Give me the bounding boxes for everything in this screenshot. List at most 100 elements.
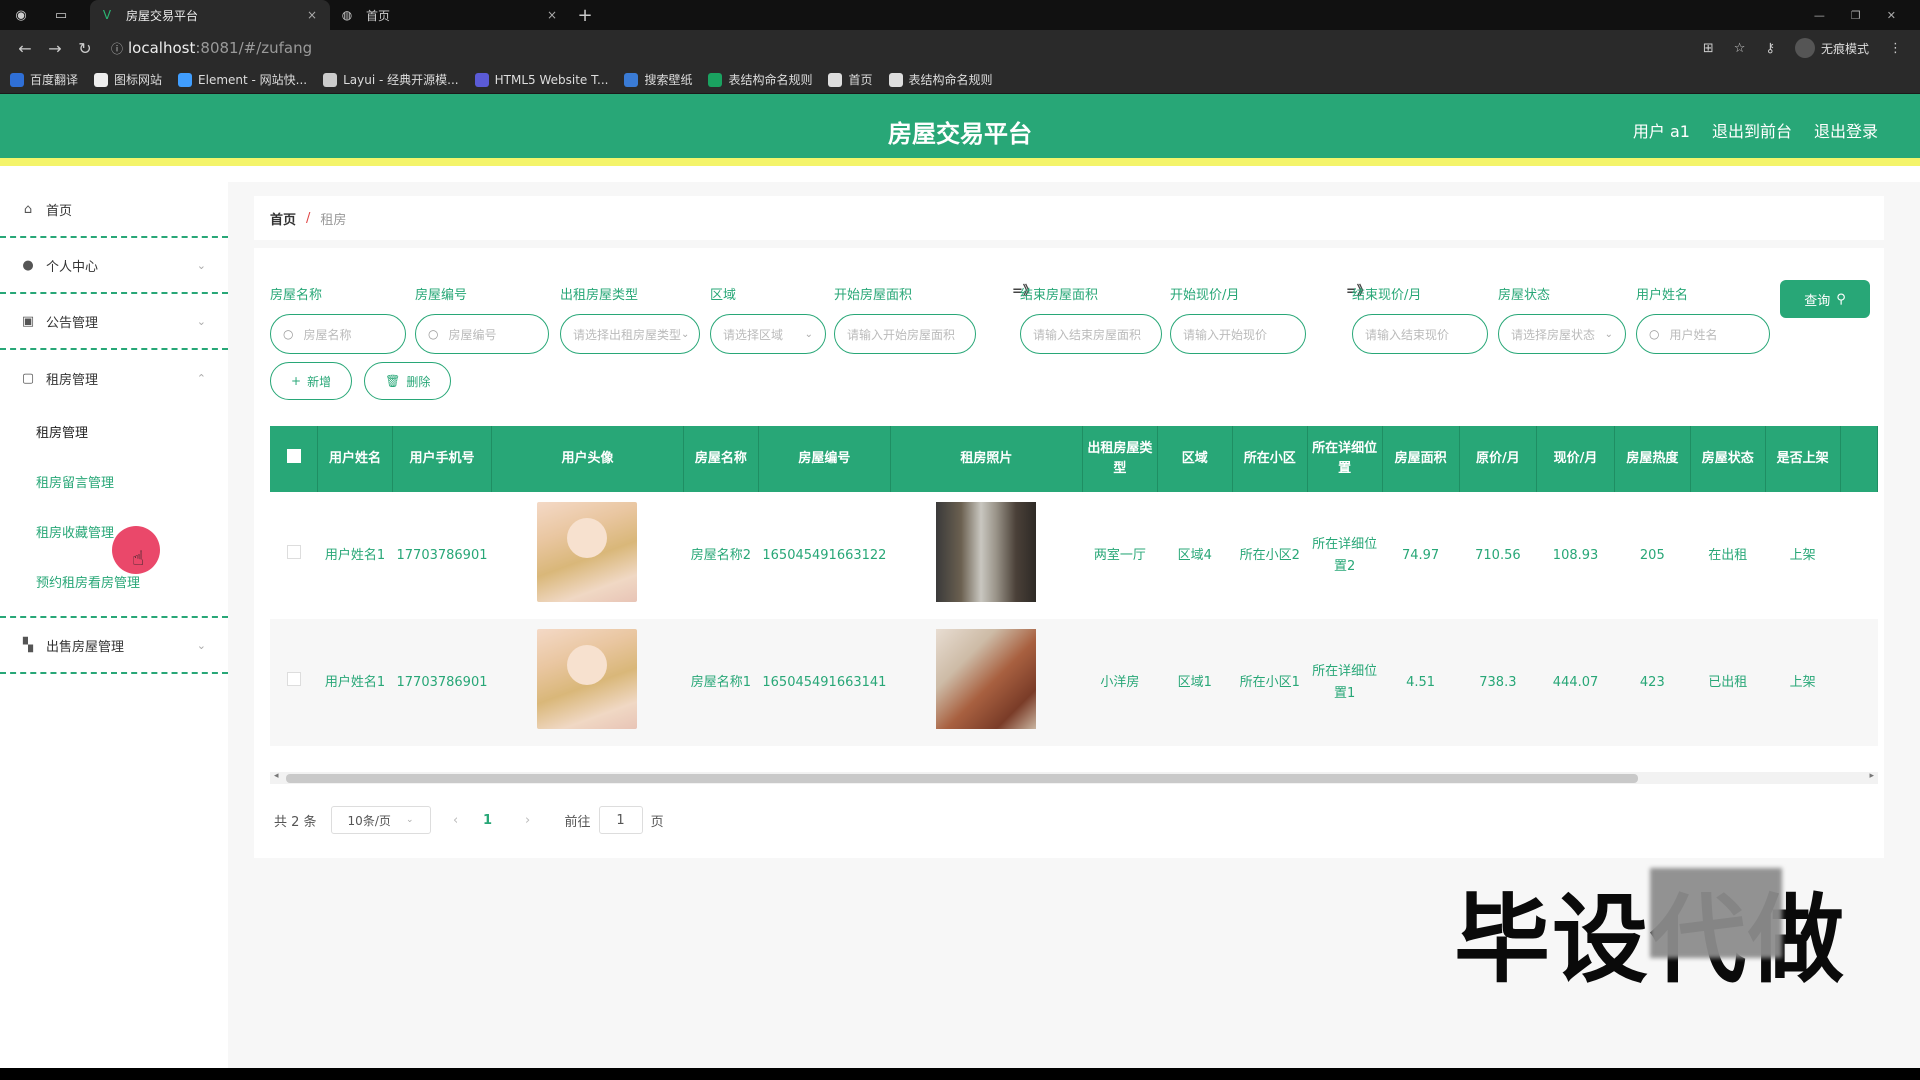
cell-username: 用户姓名1 xyxy=(317,492,393,619)
page-size-value: 10条/页 xyxy=(347,813,391,828)
restore-icon[interactable]: ❐ xyxy=(1851,9,1861,22)
incognito-badge[interactable]: 无痕模式 xyxy=(1794,38,1869,58)
browser-menu-icon[interactable]: ◉ xyxy=(10,6,32,24)
search-button[interactable]: 查询 ⚲ xyxy=(1780,280,1870,318)
label-rent-type: 出租房屋类型 xyxy=(560,288,639,303)
house-photo[interactable] xyxy=(936,501,1037,602)
row-checkbox[interactable] xyxy=(286,671,301,686)
trash-icon: 🗑 xyxy=(385,374,401,388)
bookmark-item[interactable]: 表结构命名规则 xyxy=(888,71,993,88)
plus-icon: + xyxy=(291,374,302,388)
tab-active[interactable]: V 房屋交易平台 × xyxy=(90,0,330,30)
delete-button-label: 删除 xyxy=(406,374,431,389)
bookmark-label: Layui - 经典开源模... xyxy=(343,73,459,87)
tab-search-icon[interactable]: ▭ xyxy=(50,6,72,24)
back-icon[interactable]: ← xyxy=(10,39,40,58)
sidebar-subitem-rent-appointment[interactable]: 预约租房看房管理 xyxy=(0,556,228,606)
select-all-checkbox[interactable] xyxy=(286,448,301,463)
bookmark-item[interactable]: Element - 网站快... xyxy=(178,71,307,88)
logout-link[interactable]: 退出登录 xyxy=(1814,118,1878,142)
house-photo[interactable] xyxy=(936,628,1037,729)
column-header: 用户头像 xyxy=(491,426,684,492)
row-checkbox[interactable] xyxy=(286,544,301,559)
delete-button[interactable]: 🗑 删除 xyxy=(364,362,452,400)
page-size-select[interactable]: 10条/页 ⌄ xyxy=(330,806,431,834)
cell-type: 小洋房 xyxy=(1082,619,1158,746)
url-field[interactable]: ⓘ localhost:8081/#/zufang xyxy=(106,39,1703,57)
sidebar-item-notice[interactable]: ▣ 公告管理 ⌄ xyxy=(0,294,228,350)
cell-orig-price: 738.3 xyxy=(1459,619,1537,746)
bookmark-item[interactable]: 搜索壁纸 xyxy=(624,71,692,88)
sidebar-item-personal[interactable]: ● 个人中心 ⌄ xyxy=(0,238,228,294)
cell-status: 已出租 xyxy=(1690,619,1766,746)
window-close-icon[interactable]: ✕ xyxy=(1887,9,1896,22)
avatar[interactable] xyxy=(537,501,638,602)
search-icon: ○ xyxy=(428,327,439,341)
avatar[interactable] xyxy=(537,628,638,729)
page-number[interactable]: 1 xyxy=(473,813,503,828)
bookmark-favicon-icon xyxy=(10,72,24,87)
column-header-overflow xyxy=(1840,426,1878,492)
close-icon[interactable]: × xyxy=(304,8,320,22)
add-button[interactable]: + 新增 xyxy=(270,362,353,400)
more-menu-icon[interactable]: ⋮ xyxy=(1889,41,1902,56)
star-icon[interactable]: ☆ xyxy=(1734,41,1746,56)
bookmark-favicon-icon xyxy=(828,72,843,87)
bookmark-item[interactable]: 图标网站 xyxy=(94,71,162,88)
info-icon[interactable]: ⓘ xyxy=(106,40,128,56)
start-price-input[interactable]: 请输入开始现价 xyxy=(1170,314,1306,354)
sidebar-subitem-rent[interactable]: 租房管理 xyxy=(0,406,228,456)
placeholder: 请选择出租房屋类型 xyxy=(573,327,682,342)
key-icon[interactable]: ⚷ xyxy=(1765,41,1775,56)
scroll-right-icon[interactable]: ▸ xyxy=(1869,771,1874,781)
close-icon[interactable]: × xyxy=(544,8,560,22)
bookmark-item[interactable]: HTML5 Website T... xyxy=(474,72,608,87)
username-input[interactable]: ○ 用户姓名 xyxy=(1636,314,1770,354)
user-name: 用户 a1 xyxy=(1632,122,1690,141)
goto-page-input[interactable]: 1 xyxy=(598,806,643,834)
breadcrumb-home[interactable]: 首页 xyxy=(270,209,296,228)
label-area: 区域 xyxy=(710,288,737,303)
cell-price: 108.93 xyxy=(1536,492,1615,619)
start-size-input[interactable]: 请输入开始房屋面积 xyxy=(834,314,976,354)
scrollbar-thumb[interactable] xyxy=(286,774,1638,783)
bookmark-item[interactable]: 百度翻译 xyxy=(10,71,78,88)
sidebar-item-home[interactable]: ⌂ 首页 xyxy=(0,182,228,238)
rent-type-select[interactable]: 请选择出租房屋类型 ⌄ xyxy=(560,314,700,354)
forward-icon[interactable]: → xyxy=(40,39,70,58)
column-header: 现价/月 xyxy=(1536,426,1615,492)
sidebar-item-rent[interactable]: ▢ 租房管理 ⌃ xyxy=(0,350,228,406)
horizontal-scrollbar[interactable]: ◂ ▸ xyxy=(270,771,1878,784)
house-name-input[interactable]: ○ 房屋名称 xyxy=(270,314,406,354)
bookmark-item[interactable]: 首页 xyxy=(828,71,873,88)
cell-hot: 423 xyxy=(1614,619,1691,746)
placeholder: 用户姓名 xyxy=(1669,327,1718,342)
status-select[interactable]: 请选择房屋状态 ⌄ xyxy=(1498,314,1626,354)
incognito-icon xyxy=(1794,38,1815,58)
table-row[interactable]: 用户姓名1 17703786901 房屋名称2 165045491663122 两室一厅… xyxy=(270,492,1878,619)
tab-inactive[interactable]: ◍ 首页 × xyxy=(330,0,570,30)
app-header: 房屋交易平台 用户 a1 退出到前台 退出登录 xyxy=(0,94,1920,166)
translate-icon[interactable]: ⊞ xyxy=(1703,41,1714,56)
bookmark-item[interactable]: Layui - 经典开源模... xyxy=(323,71,459,88)
bookmark-favicon-icon xyxy=(888,72,903,87)
table-row[interactable]: 用户姓名1 17703786901 房屋名称1 165045491663141 小洋房区… xyxy=(270,619,1878,746)
house-code-input[interactable]: ○ 房屋编号 xyxy=(415,314,549,354)
store-icon: ▚ xyxy=(23,638,33,653)
home-icon: ⌂ xyxy=(23,202,33,217)
next-page-icon[interactable]: › xyxy=(511,813,545,828)
back-to-front-link[interactable]: 退出到前台 xyxy=(1712,118,1792,142)
end-size-input[interactable]: 请输入结束房屋面积 xyxy=(1020,314,1162,354)
area-select[interactable]: 请选择区域 ⌄ xyxy=(710,314,826,354)
scroll-left-icon[interactable]: ◂ xyxy=(274,771,279,781)
sidebar-subitem-rent-message[interactable]: 租房留言管理 xyxy=(0,456,228,506)
placeholder: 房屋编号 xyxy=(448,327,497,342)
end-price-input[interactable]: 请输入结束现价 xyxy=(1352,314,1488,354)
breadcrumb-current: 租房 xyxy=(320,212,347,228)
sidebar-item-sale[interactable]: ▚ 出售房屋管理 ⌄ xyxy=(0,618,228,674)
minimize-icon[interactable]: — xyxy=(1814,9,1825,22)
bookmark-item[interactable]: 表结构命名规则 xyxy=(708,71,812,88)
new-tab-icon[interactable]: + xyxy=(570,5,600,26)
prev-page-icon[interactable]: ‹ xyxy=(439,813,473,828)
reload-icon[interactable]: ↻ xyxy=(70,39,100,58)
